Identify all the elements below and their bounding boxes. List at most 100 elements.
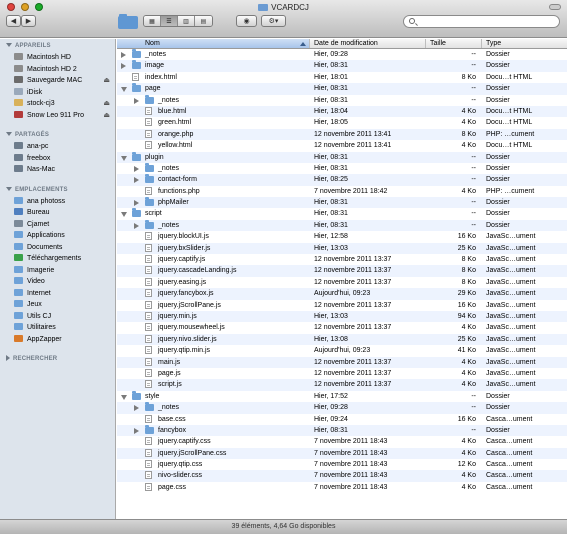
file-row[interactable]: orange.php 12 novembre 2011 13:41 8 Ko PHP:…: [117, 128, 567, 141]
current-folder-icon[interactable]: [118, 14, 138, 29]
sidebar-item[interactable]: Bureau: [0, 207, 115, 219]
column-view-button[interactable]: ▥: [178, 16, 195, 26]
disclosure-open-icon[interactable]: [121, 394, 127, 400]
list-view-button[interactable]: ☰: [161, 16, 178, 26]
eject-icon[interactable]: ⏏: [103, 75, 110, 87]
file-row[interactable]: _notes Hier, 08:31 -- Dossier: [117, 219, 567, 232]
column-name[interactable]: Nom: [117, 39, 310, 48]
eject-icon[interactable]: ⏏: [103, 98, 110, 110]
file-row[interactable]: main.js 12 novembre 2011 13:37 4 Ko JavaSc……: [117, 356, 567, 368]
sidebar-item[interactable]: Cjamet: [0, 219, 115, 231]
sidebar-section-header[interactable]: PARTAGÉS: [0, 129, 115, 141]
sidebar-section-header[interactable]: APPAREILS: [0, 40, 115, 52]
sidebar-item[interactable]: Imagerie: [0, 265, 115, 277]
sidebar-item[interactable]: Video: [0, 276, 115, 288]
file-row[interactable]: base.css Hier, 09:24 16 Ko Casca…ument: [117, 414, 567, 425]
file-row[interactable]: jquery.min.js Hier, 13:03 94 Ko JavaSc…umen…: [117, 310, 567, 323]
disclosure-closed-icon[interactable]: [134, 427, 139, 434]
window-title-area: VCARDCJ: [0, 3, 567, 12]
disclosure-closed-icon[interactable]: [121, 63, 126, 70]
file-row[interactable]: jquery.cascadeLanding.js 12 novembre 2011…: [117, 265, 567, 277]
sidebar-item[interactable]: AppZapper: [0, 334, 115, 346]
file-row[interactable]: _notes Hier, 09:28 -- Dossier: [117, 49, 567, 60]
sidebar-item[interactable]: Sauvegarde MAC ⏏: [0, 75, 115, 87]
file-row[interactable]: script Hier, 08:31 -- Dossier: [117, 208, 567, 219]
file-row[interactable]: green.html Hier, 18:05 4 Ko Docu…t HTML: [117, 117, 567, 128]
forward-button[interactable]: ▶: [21, 15, 36, 27]
sidebar-item[interactable]: Téléchargements: [0, 253, 115, 265]
sidebar-item[interactable]: iDisk: [0, 87, 115, 99]
disclosure-closed-icon[interactable]: [134, 97, 139, 104]
file-row[interactable]: style Hier, 17:52 -- Dossier: [117, 390, 567, 402]
sidebar-item[interactable]: stock-cj3 ⏏: [0, 98, 115, 110]
disclosure-open-icon[interactable]: [121, 155, 127, 161]
sidebar-item[interactable]: Internet: [0, 288, 115, 300]
action-menu-button[interactable]: ⚙▾: [261, 15, 286, 27]
sidebar-item[interactable]: Utils CJ: [0, 311, 115, 323]
sidebar-item[interactable]: Macintosh HD: [0, 52, 115, 64]
file-row[interactable]: blue.html Hier, 18:04 4 Ko Docu…t HTML: [117, 105, 567, 118]
disclosure-closed-icon[interactable]: [134, 177, 139, 184]
file-row[interactable]: jquery.nivo.slider.js Hier, 13:08 25 Ko Jav…: [117, 333, 567, 346]
file-row[interactable]: index.html Hier, 18:01 8 Ko Docu…t HTML: [117, 72, 567, 83]
icon-view-button[interactable]: ▦: [144, 16, 161, 26]
back-button[interactable]: ◀: [6, 15, 21, 27]
file-row[interactable]: jquery.fancybox.js Aujourd'hui, 09:23 29 K…: [117, 288, 567, 300]
column-size[interactable]: Taille: [426, 39, 482, 48]
file-row[interactable]: jquery.bxSlider.js Hier, 13:03 25 Ko JavaSc…: [117, 242, 567, 255]
file-row[interactable]: jquery.captify.js 12 novembre 2011 13:37 8…: [117, 254, 567, 265]
file-row[interactable]: fancybox Hier, 08:31 -- Dossier: [117, 424, 567, 437]
column-date[interactable]: Date de modification: [310, 39, 426, 48]
file-name: jquery.qtip.css: [158, 461, 203, 469]
sidebar-item[interactable]: ana-pc: [0, 141, 115, 153]
disclosure-open-icon[interactable]: [121, 87, 127, 93]
sidebar: APPAREILS Macintosh HD Macintosh HD 2 Sauve…: [0, 39, 116, 519]
sidebar-item[interactable]: Jeux: [0, 299, 115, 311]
file-row[interactable]: page.js 12 novembre 2011 13:37 4 Ko JavaSc……: [117, 368, 567, 379]
file-row[interactable]: script.js 12 novembre 2011 13:37 4 Ko JavaS…: [117, 379, 567, 391]
sidebar-section-header[interactable]: RECHERCHER: [0, 353, 115, 365]
disclosure-closed-icon[interactable]: [134, 222, 139, 229]
disclosure-open-icon[interactable]: [121, 212, 127, 218]
quicklook-button[interactable]: ◉: [236, 15, 257, 27]
sidebar-item[interactable]: Applications: [0, 230, 115, 242]
file-row[interactable]: page.css 7 novembre 2011 18:43 4 Ko Casca…u…: [117, 482, 567, 493]
file-row[interactable]: contact-form Hier, 08:25 -- Dossier: [117, 174, 567, 186]
sidebar-section-header[interactable]: EMPLACEMENTS: [0, 184, 115, 196]
file-row[interactable]: functions.php 7 novembre 2011 18:42 4 Ko PH…: [117, 186, 567, 197]
file-row[interactable]: jquery.easing.js 12 novembre 2011 13:37 8 …: [117, 277, 567, 288]
file-row[interactable]: jquery.jScrollPane.js 12 novembre 2011 13…: [117, 300, 567, 311]
sidebar-item[interactable]: Snow Leo 911 Pro ⏏: [0, 110, 115, 122]
file-row[interactable]: jquery.blockUI.js Hier, 12:58 16 Ko JavaSc……: [117, 231, 567, 242]
sidebar-item[interactable]: Macintosh HD 2: [0, 64, 115, 76]
sidebar-item[interactable]: ana photoss: [0, 196, 115, 208]
file-row[interactable]: _notes Hier, 09:28 -- Dossier: [117, 402, 567, 414]
file-row[interactable]: jquery.captify.css 7 novembre 2011 18:43 4…: [117, 436, 567, 447]
column-type[interactable]: Type: [482, 39, 567, 48]
file-row[interactable]: jquery.mousewheel.js 12 novembre 2011 13:…: [117, 322, 567, 333]
file-row[interactable]: plugin Hier, 08:31 -- Dossier: [117, 151, 567, 163]
search-field[interactable]: [403, 15, 560, 28]
file-row[interactable]: _notes Hier, 08:31 -- Dossier: [117, 162, 567, 174]
coverflow-view-button[interactable]: ▤: [195, 16, 212, 26]
sidebar-item[interactable]: Nas-Mac: [0, 164, 115, 176]
disclosure-closed-icon[interactable]: [134, 165, 139, 172]
file-row[interactable]: nivo-slider.css 7 novembre 2011 18:43 4 Ko…: [117, 470, 567, 482]
toolbar-toggle-button[interactable]: [549, 4, 561, 10]
sidebar-item[interactable]: freebox: [0, 153, 115, 165]
eject-icon[interactable]: ⏏: [103, 110, 110, 122]
file-row[interactable]: page Hier, 08:31 -- Dossier: [117, 83, 567, 95]
file-row[interactable]: _notes Hier, 08:31 -- Dossier: [117, 94, 567, 106]
disclosure-closed-icon[interactable]: [134, 200, 139, 207]
file-row[interactable]: phpMailer Hier, 08:31 -- Dossier: [117, 197, 567, 209]
sidebar-item[interactable]: Documents: [0, 242, 115, 254]
file-size: --: [471, 210, 476, 218]
file-row[interactable]: jquery.jScrollPane.css 7 novembre 2011 18…: [117, 447, 567, 460]
file-row[interactable]: jquery.qtip.min.js Aujourd'hui, 09:23 41 K…: [117, 345, 567, 356]
file-row[interactable]: image Hier, 08:31 -- Dossier: [117, 60, 567, 72]
file-row[interactable]: yellow.html 12 novembre 2011 13:41 4 Ko Doc…: [117, 140, 567, 151]
disclosure-closed-icon[interactable]: [134, 405, 139, 412]
disclosure-closed-icon[interactable]: [121, 52, 126, 58]
file-row[interactable]: jquery.qtip.css 7 novembre 2011 18:43 12 K…: [117, 459, 567, 470]
sidebar-item[interactable]: Utilitaires: [0, 322, 115, 334]
